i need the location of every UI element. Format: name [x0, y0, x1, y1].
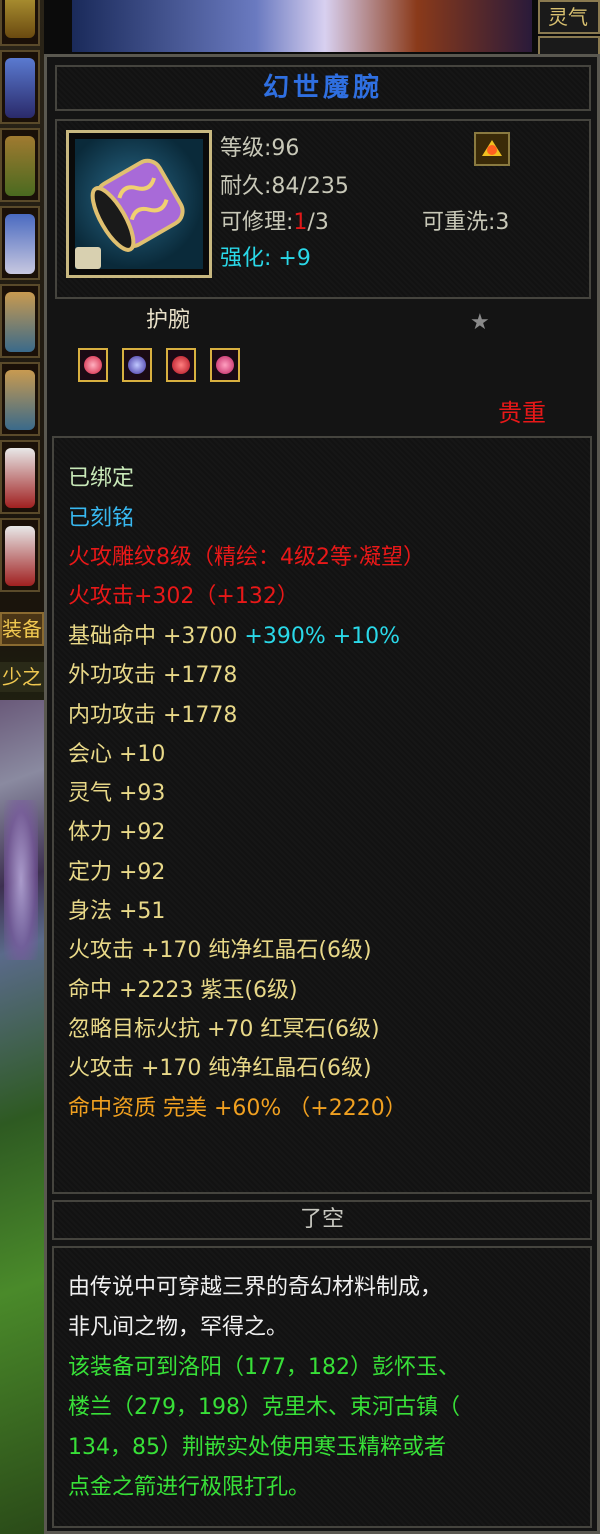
fire-attack: 火攻击+302（+132） — [68, 584, 299, 609]
equip-slot-2[interactable] — [0, 50, 40, 124]
stat-line: 会心 +10 — [68, 742, 166, 767]
gem-ruby-icon[interactable] — [210, 348, 240, 382]
title-bar: 幻世魔腕 — [55, 65, 591, 111]
base-hit-bonus: +390% +10% — [244, 624, 401, 649]
enhance-value: +9 — [278, 246, 311, 271]
equip-slot-1[interactable] — [0, 0, 40, 46]
item-durability: 耐久:84/235 — [220, 174, 349, 199]
crafter-panel: 了空 — [52, 1200, 592, 1240]
bound-status: 已绑定 — [68, 466, 135, 491]
gem-stat-line: 火攻击 +170 纯净红晶石(6级) — [68, 938, 372, 963]
stat-line: 外功攻击 +1778 — [68, 663, 238, 688]
enhance-label: 强化: — [220, 246, 272, 271]
tab-lingqi[interactable]: 灵气 — [538, 0, 600, 34]
repair-current: 1 — [293, 210, 308, 235]
gem-stat-line: 忽略目标火抗 +70 红冥石(6级) — [68, 1017, 380, 1042]
repair-max: /3 — [307, 210, 329, 235]
sparkle-icon[interactable] — [474, 132, 510, 166]
game-scene-background — [0, 700, 44, 1534]
stat-line: 定力 +92 — [68, 860, 166, 885]
equip-slot-3[interactable] — [0, 128, 40, 202]
crafter-name: 了空 — [299, 1207, 344, 1232]
repair-label: 可修理: — [220, 210, 294, 235]
rarity-label: 贵重 — [498, 399, 546, 427]
gem-stat-line: 火攻击 +170 纯净红晶石(6级) — [68, 1056, 372, 1081]
item-rewash: 可重洗:3 — [422, 210, 510, 235]
gem-purple-icon[interactable] — [122, 348, 152, 382]
left-tab-sub: 少之 — [0, 662, 44, 692]
base-hit-value: 基础命中 +3700 — [68, 624, 245, 649]
item-enhance: 强化: +9 — [220, 244, 311, 274]
hit-aptitude: 命中资质 完美 +60% （+2220） — [68, 1096, 407, 1121]
item-name: 幻世魔腕 — [262, 73, 383, 103]
equip-slot-6[interactable] — [0, 362, 40, 436]
stat-line: 内功攻击 +1778 — [68, 703, 238, 728]
upgrade-info-line: 点金之箭进行极限打孔。 — [68, 1475, 311, 1500]
gem-stat-line: 命中 +2223 紫玉(6级) — [68, 978, 298, 1003]
item-icon-frame — [66, 130, 212, 278]
fire-carving: 火攻雕纹8级（精绘：4级2等·凝望） — [68, 545, 425, 570]
item-type: 护腕 — [146, 308, 191, 333]
engraved-status: 已刻铭 — [68, 506, 135, 531]
description-line: 由传说中可穿越三界的奇幻材料制成， — [68, 1275, 443, 1300]
equip-slot-8[interactable] — [0, 518, 40, 592]
item-level: 等级:96 — [220, 136, 300, 161]
upgrade-info-line: 该装备可到洛阳（177，182）彭怀玉、 — [68, 1355, 460, 1380]
character-portrait-banner — [72, 0, 532, 52]
upgrade-info-line: 134，85）荆嵌实处使用寒玉精粹或者 — [68, 1435, 446, 1460]
star-icon: ★ — [470, 310, 490, 335]
equipment-slot-strip: 装备 少之 — [0, 0, 44, 1534]
gem-crimson-icon[interactable] — [166, 348, 196, 382]
equip-slot-4[interactable] — [0, 206, 40, 280]
stat-line: 灵气 +93 — [68, 781, 166, 806]
stat-line: 身法 +51 — [68, 899, 166, 924]
item-repair: 可修理:1/3 — [220, 208, 329, 238]
tab-right-lower[interactable] — [538, 36, 600, 54]
equip-slot-5[interactable] — [0, 284, 40, 358]
equip-slot-7[interactable] — [0, 440, 40, 514]
base-hit: 基础命中 +3700 +390% +10% — [68, 622, 400, 652]
equip-tab[interactable]: 装备 — [0, 612, 44, 646]
upgrade-info-line: 楼兰（279，198）克里木、束河古镇（ — [68, 1395, 460, 1420]
gem-red-icon[interactable] — [78, 348, 108, 382]
lock-icon — [75, 247, 101, 269]
stat-line: 体力 +92 — [68, 820, 166, 845]
description-line: 非凡间之物，罕得之。 — [68, 1315, 289, 1340]
